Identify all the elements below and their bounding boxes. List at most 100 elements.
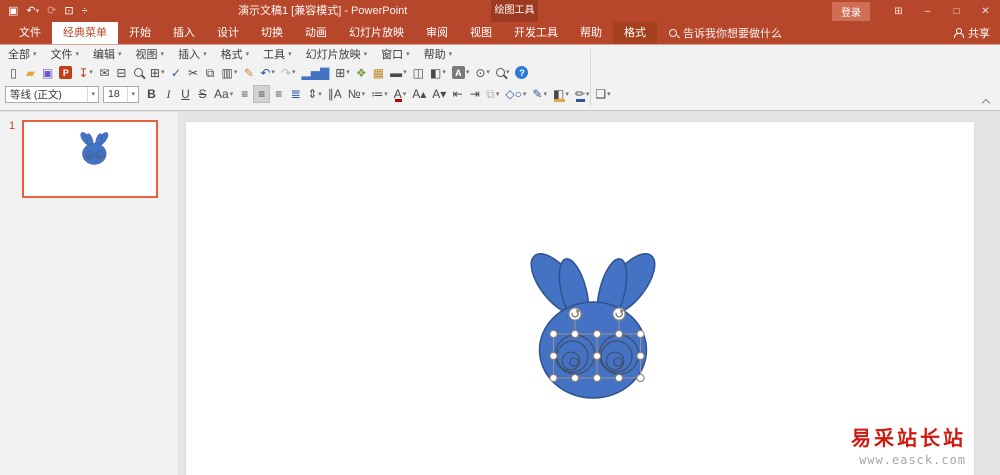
insert-chart-button[interactable]: ▂▅▇ — [299, 64, 333, 82]
text-box-button[interactable]: A ▾ — [449, 64, 473, 82]
slide-canvas[interactable]: 易采站长站 www.easck.com — [185, 121, 975, 475]
insert-smartart-button[interactable]: ❖ — [353, 64, 370, 82]
print-preview-button[interactable] — [130, 64, 147, 82]
tab-insert[interactable]: 插入 — [162, 22, 206, 44]
slide-thumbnail[interactable] — [22, 120, 158, 198]
save-as-ppt-button[interactable]: P — [56, 64, 75, 82]
collapse-ribbon-icon[interactable] — [982, 97, 990, 105]
undo-button[interactable]: ↶ ▾ — [26, 0, 39, 22]
close-button[interactable]: ✕ — [971, 0, 1000, 22]
tell-me-search[interactable]: 告诉我你想要做什么 — [669, 22, 782, 44]
menu-window[interactable]: 窗口 ▾ — [381, 46, 410, 62]
menu-help[interactable]: 帮助 ▾ — [424, 46, 453, 62]
menu-format[interactable]: 格式 ▾ — [221, 46, 250, 62]
decrease-indent-button[interactable]: ⇤ — [449, 85, 466, 103]
chevron-down-icon[interactable]: ▾ — [87, 86, 98, 102]
paste-button[interactable]: ▥ ▾ — [219, 64, 241, 82]
share-button[interactable]: 共享 — [954, 22, 990, 44]
chevron-down-icon[interactable]: ▾ — [127, 86, 138, 102]
zoom-button[interactable]: ▾ — [493, 64, 513, 82]
photo-album-button[interactable]: ▦ — [370, 64, 387, 82]
mail-button[interactable]: ✉ — [96, 64, 113, 82]
undo-button[interactable]: ↶ ▾ — [257, 64, 278, 82]
align-left-button[interactable]: ≡ — [236, 85, 253, 103]
menu-all[interactable]: 全部 ▾ — [8, 46, 37, 62]
tab-home[interactable]: 开始 — [118, 22, 162, 44]
font-size-combo[interactable]: 18 ▾ — [103, 85, 139, 103]
slides-panel[interactable]: 1 — [0, 112, 179, 475]
font-name-combo[interactable]: 等线 (正文) ▾ — [5, 85, 99, 103]
save-button[interactable]: ▣ — [8, 0, 18, 22]
tab-review[interactable]: 审阅 — [415, 22, 459, 44]
sign-in-button[interactable]: 登录 — [832, 1, 870, 21]
shrink-font-button[interactable]: A▾ — [429, 85, 449, 103]
tab-transitions[interactable]: 切换 — [250, 22, 294, 44]
ribbon-display-options-button[interactable]: ⊞ — [884, 0, 913, 22]
menu-insert[interactable]: 插入 ▾ — [178, 46, 207, 62]
menu-tools[interactable]: 工具 ▾ — [263, 46, 292, 62]
menu-edit[interactable]: 编辑 ▾ — [93, 46, 122, 62]
tab-help[interactable]: 帮助 — [569, 22, 613, 44]
customize-qat-icon: ÷ — [81, 5, 88, 17]
dropdown-caret-icon: ▾ — [465, 69, 470, 76]
tab-animations[interactable]: 动画 — [294, 22, 338, 44]
menu-file[interactable]: 文件 ▾ — [51, 46, 80, 62]
line-spacing-button[interactable]: ⇕ ▾ — [304, 85, 325, 103]
open-icon: ▰ — [25, 65, 36, 80]
align-right-button[interactable]: ≡ — [270, 85, 287, 103]
rabbit-drawing[interactable] — [529, 252, 663, 409]
tab-file[interactable]: 文件 — [8, 22, 52, 44]
rotation-handle[interactable] — [612, 307, 626, 321]
new-slide-button[interactable]: ▬ ▾ — [387, 64, 410, 82]
change-case-button[interactable]: Aa ▾ — [211, 85, 236, 103]
font-color-button[interactable]: A ▾ — [391, 85, 410, 103]
slide-layout-button[interactable]: ◧ ▾ — [427, 64, 449, 82]
underline-button[interactable]: U — [177, 85, 194, 103]
strikethrough-button[interactable]: S — [194, 85, 211, 103]
start-slideshow-button[interactable]: ⊡ — [64, 0, 73, 22]
tab-design[interactable]: 设计 — [206, 22, 250, 44]
distribute-text-button[interactable]: ≣ — [287, 85, 304, 103]
shape-fill-button[interactable]: ◧ ▾ — [550, 85, 572, 103]
tab-format[interactable]: 格式 — [613, 22, 657, 44]
undo-icon: ↶ — [26, 5, 36, 17]
duplicate-slide-button[interactable]: ◫ — [410, 64, 427, 82]
grow-font-button[interactable]: A▴ — [409, 85, 429, 103]
comment-button[interactable]: ⊙ ▾ — [472, 64, 493, 82]
group-button[interactable]: ⧉ ▾ — [483, 85, 502, 103]
rotation-handle[interactable] — [568, 307, 582, 321]
shape-effects-button[interactable]: ❏ ▾ — [592, 85, 613, 103]
minimize-button[interactable]: – — [913, 0, 942, 22]
save-button[interactable]: ▣ — [39, 64, 56, 82]
open-button[interactable]: ▰ — [22, 64, 39, 82]
customize-qat-button[interactable]: ÷ — [82, 0, 88, 22]
export-button[interactable]: ↧ ▾ — [75, 64, 96, 82]
bullets-button[interactable]: ≔ ▾ — [368, 85, 391, 103]
italic-button[interactable]: I — [160, 85, 177, 103]
text-direction-button[interactable]: ∥A — [325, 85, 345, 103]
page-setup-button[interactable]: ⊞ ▾ — [147, 64, 168, 82]
menu-view[interactable]: 视图 ▾ — [136, 46, 165, 62]
tab-view[interactable]: 视图 — [459, 22, 503, 44]
shapes-button[interactable]: ◇○ ▾ — [502, 85, 529, 103]
print-button[interactable]: ⊟ — [113, 64, 130, 82]
menu-slide-show[interactable]: 幻灯片放映 ▾ — [306, 46, 368, 62]
copy-button[interactable]: ⧉ — [202, 64, 219, 82]
help-button[interactable]: ? — [512, 64, 531, 82]
cut-button[interactable]: ✂ — [185, 64, 202, 82]
insert-table-button[interactable]: ⊞ ▾ — [332, 64, 353, 82]
format-painter-button[interactable]: ✎ — [240, 64, 257, 82]
shape-quick-style-button[interactable]: ✎ ▾ — [529, 85, 550, 103]
tab-slide-show[interactable]: 幻灯片放映 — [338, 22, 415, 44]
tab-developer[interactable]: 开发工具 — [503, 22, 569, 44]
align-center-button[interactable]: ≡ — [253, 85, 271, 103]
tab-classic-menu[interactable]: 经典菜单 — [52, 22, 118, 44]
numbering-button[interactable]: № ▾ — [345, 85, 368, 103]
redo-button[interactable]: ⟳ — [47, 0, 56, 22]
redo-button[interactable]: ↷ ▾ — [278, 64, 299, 82]
new-presentation-button[interactable]: ▯ — [5, 64, 22, 82]
bold-button[interactable]: B — [143, 85, 160, 103]
increase-indent-button[interactable]: ⇥ — [466, 85, 483, 103]
maximize-button[interactable]: □ — [942, 0, 971, 22]
spelling-button[interactable]: ✓ — [168, 64, 185, 82]
